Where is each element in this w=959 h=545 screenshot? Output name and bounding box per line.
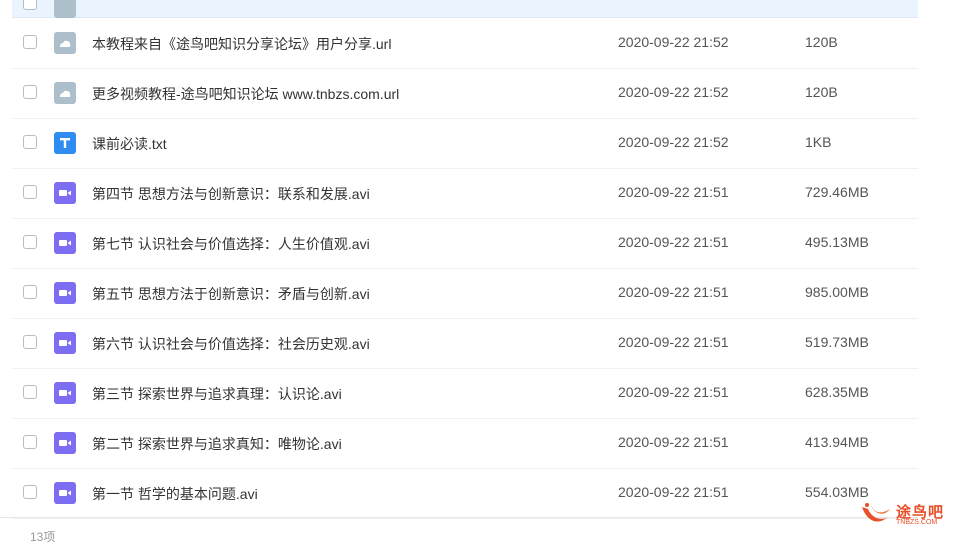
file-name[interactable]: 第三节 探索世界与追求真理：认识论.avi: [92, 384, 342, 404]
video-file-icon: [54, 482, 76, 504]
file-name[interactable]: 本教程来自《途鸟吧知识分享论坛》用户分享.url: [92, 34, 391, 54]
row-checkbox[interactable]: [23, 135, 37, 149]
file-icon: [54, 0, 76, 18]
file-size: 120B: [805, 84, 838, 100]
file-row[interactable]: 第七节 认识社会与价值选择：人生价值观.avi 2020-09-22 21:51…: [12, 218, 918, 269]
file-row[interactable]: 更多视频教程-途鸟吧知识论坛 www.tnbzs.com.url 2020-09…: [12, 68, 918, 119]
url-file-icon: [54, 32, 76, 54]
file-row[interactable]: 第六节 认识社会与价值选择：社会历史观.avi 2020-09-22 21:51…: [12, 318, 918, 369]
file-modified-date: 2020-09-22 21:52: [618, 84, 729, 100]
row-checkbox[interactable]: [23, 285, 37, 299]
video-file-icon: [54, 282, 76, 304]
file-name[interactable]: 第一节 哲学的基本问题.avi: [92, 484, 258, 504]
file-row[interactable]: 课前必读.txt 2020-09-22 21:52 1KB: [12, 118, 918, 169]
file-row[interactable]: 第二节 探索世界与追求真知：唯物论.avi 2020-09-22 21:51 4…: [12, 418, 918, 469]
row-checkbox[interactable]: [23, 485, 37, 499]
file-size: 519.73MB: [805, 334, 869, 350]
row-checkbox[interactable]: [23, 0, 37, 10]
file-row[interactable]: 第一节 哲学的基本问题.avi 2020-09-22 21:51 554.03M…: [12, 468, 918, 519]
file-size: 495.13MB: [805, 234, 869, 250]
row-checkbox[interactable]: [23, 335, 37, 349]
file-modified-date: 2020-09-22 21:51: [618, 234, 729, 250]
selected-row-partial[interactable]: [12, 0, 918, 18]
file-name[interactable]: 第六节 认识社会与价值选择：社会历史观.avi: [92, 334, 370, 354]
watermark-logo: 途鸟吧 TNBZS.COM: [858, 497, 956, 533]
watermark-subtext: TNBZS.COM: [896, 519, 938, 526]
video-file-icon: [54, 332, 76, 354]
row-checkbox[interactable]: [23, 35, 37, 49]
file-modified-date: 2020-09-22 21:51: [618, 334, 729, 350]
url-file-icon: [54, 82, 76, 104]
file-row[interactable]: 本教程来自《途鸟吧知识分享论坛》用户分享.url 2020-09-22 21:5…: [12, 18, 918, 69]
video-file-icon: [54, 382, 76, 404]
file-size: 413.94MB: [805, 434, 869, 450]
row-checkbox[interactable]: [23, 235, 37, 249]
file-modified-date: 2020-09-22 21:51: [618, 284, 729, 300]
file-name[interactable]: 课前必读.txt: [92, 134, 167, 154]
video-file-icon: [54, 182, 76, 204]
file-name[interactable]: 第四节 思想方法与创新意识：联系和发展.avi: [92, 184, 370, 204]
item-count: 13项: [30, 530, 56, 544]
file-size: 985.00MB: [805, 284, 869, 300]
file-modified-date: 2020-09-22 21:52: [618, 34, 729, 50]
file-modified-date: 2020-09-22 21:51: [618, 484, 729, 500]
file-size: 120B: [805, 34, 838, 50]
file-name[interactable]: 第五节 思想方法于创新意识：矛盾与创新.avi: [92, 284, 370, 304]
file-modified-date: 2020-09-22 21:51: [618, 384, 729, 400]
video-file-icon: [54, 232, 76, 254]
file-modified-date: 2020-09-22 21:51: [618, 184, 729, 200]
row-checkbox[interactable]: [23, 185, 37, 199]
file-name[interactable]: 更多视频教程-途鸟吧知识论坛 www.tnbzs.com.url: [92, 84, 399, 104]
file-size: 729.46MB: [805, 184, 869, 200]
file-name[interactable]: 第七节 认识社会与价值选择：人生价值观.avi: [92, 234, 370, 254]
file-name[interactable]: 第二节 探索世界与追求真知：唯物论.avi: [92, 434, 342, 454]
file-row[interactable]: 第三节 探索世界与追求真理：认识论.avi 2020-09-22 21:51 6…: [12, 368, 918, 419]
row-checkbox[interactable]: [23, 85, 37, 99]
file-size: 628.35MB: [805, 384, 869, 400]
row-checkbox[interactable]: [23, 435, 37, 449]
footer-divider: [0, 517, 918, 518]
file-modified-date: 2020-09-22 21:52: [618, 134, 729, 150]
txt-file-icon: [54, 132, 76, 154]
file-size: 1KB: [805, 134, 832, 150]
file-row[interactable]: 第四节 思想方法与创新意识：联系和发展.avi 2020-09-22 21:51…: [12, 168, 918, 219]
video-file-icon: [54, 432, 76, 454]
file-row[interactable]: 第五节 思想方法于创新意识：矛盾与创新.avi 2020-09-22 21:51…: [12, 268, 918, 319]
row-checkbox[interactable]: [23, 385, 37, 399]
bird-logo-icon: [862, 503, 890, 522]
file-modified-date: 2020-09-22 21:51: [618, 434, 729, 450]
